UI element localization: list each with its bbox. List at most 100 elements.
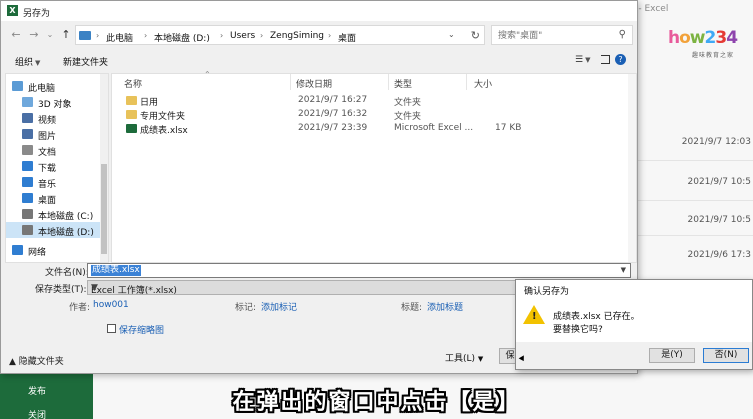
downloads-icon	[22, 161, 33, 171]
new-folder-button[interactable]: 新建文件夹	[63, 55, 108, 68]
nav-item-label: 网络	[28, 248, 47, 258]
nav-item[interactable]: 本地磁盘 (C:)	[6, 206, 108, 222]
logo-text: how234	[668, 28, 738, 48]
navigation-pane: 此电脑 3D 对象视频 图片 文档 下载音乐 桌面本地磁盘 (C:) 本地磁盘 (D:) 网络	[5, 73, 109, 263]
view-options-icon[interactable]: ☰ ▼	[575, 55, 590, 65]
dialog-title-bar: X 另存为	[1, 1, 637, 21]
author-field[interactable]: how001	[93, 300, 129, 310]
dialog-toolbar: 组织 ▼ 新建文件夹 ☰ ▼ ?	[1, 49, 637, 71]
back-arrow-icon[interactable]: ←	[9, 28, 23, 42]
nav-item[interactable]: 文档	[6, 142, 108, 158]
tags-label: 标记:	[235, 303, 257, 313]
tags-field[interactable]: 添加标记	[261, 300, 297, 313]
scrollbar-thumb[interactable]	[101, 164, 107, 254]
nav-item[interactable]: 本地磁盘 (D:)	[6, 222, 108, 238]
breadcrumb-users[interactable]: Users	[230, 31, 255, 41]
nav-item[interactable]: 此电脑	[6, 78, 108, 94]
computer-icon	[12, 81, 23, 91]
sort-ascending-icon: ⌃	[204, 70, 211, 79]
filename-selected-text[interactable]: 成绩表.xlsx	[91, 265, 141, 276]
hide-folders-toggle[interactable]: ▲ 隐藏文件夹	[9, 354, 64, 367]
author-label: 作者:	[69, 303, 91, 313]
up-arrow-icon[interactable]: ↑	[59, 28, 73, 42]
filename-label: 文件名(N):	[45, 268, 89, 278]
nav-item[interactable]: 下载	[6, 158, 108, 174]
nav-item-label: 此电脑	[28, 84, 56, 94]
file-list: ⌃ 名称 修改日期 类型 大小 日用 2021/9/7 16:27 文件夹 专用文件夹…	[111, 70, 637, 263]
filename-field[interactable]: 成绩表.xlsx ▼	[87, 263, 631, 278]
excel-icon: X	[7, 5, 18, 16]
chevron-down-icon: ▼	[477, 355, 484, 363]
music-icon	[22, 177, 33, 187]
file-row[interactable]: 成绩表.xlsx 2021/9/7 23:39 Microsoft Excel ..…	[112, 122, 636, 136]
tools-label: 工具(L)	[445, 354, 476, 364]
video-icon	[22, 113, 33, 123]
nav-item[interactable]: 桌面	[6, 190, 108, 206]
recent-file-date: 2021/9/6 17:3	[687, 250, 752, 260]
title-label: 标题:	[401, 303, 423, 313]
preview-pane-icon[interactable]	[601, 55, 610, 64]
file-row[interactable]: 专用文件夹 2021/9/7 16:32 文件夹	[112, 108, 636, 122]
chevron-down-icon[interactable]: ▼	[621, 266, 626, 274]
network-icon	[12, 245, 23, 255]
column-header-date[interactable]: 修改日期	[296, 77, 332, 90]
breadcrumb-desktop[interactable]: 桌面	[338, 31, 356, 44]
nav-item-label: 3D 对象	[38, 100, 72, 110]
file-list-scrollbar[interactable]	[628, 74, 636, 262]
refresh-icon[interactable]: ↻	[471, 29, 480, 42]
breadcrumb-drive-d[interactable]: 本地磁盘 (D:)	[154, 31, 210, 44]
breadcrumb-user-folder[interactable]: ZengSiming	[270, 31, 324, 41]
file-size: 17 KB	[495, 123, 522, 133]
tools-button[interactable]: 工具(L) ▼	[445, 351, 483, 364]
column-header-name[interactable]: 名称	[124, 77, 142, 90]
file-date: 2021/9/7 23:39	[298, 123, 368, 133]
file-name: 成绩表.xlsx	[140, 126, 188, 136]
no-button[interactable]: 否(N)	[703, 348, 749, 363]
recent-file-date: 2021/9/7 10:5	[687, 215, 752, 225]
folder-icon	[79, 31, 91, 40]
search-input[interactable]	[498, 29, 608, 43]
address-bar[interactable]: › 此电脑 › 本地磁盘 (D:) › Users › ZengSiming ›…	[75, 25, 485, 45]
divider	[634, 200, 753, 201]
documents-icon	[22, 145, 33, 155]
nav-item[interactable]: 图片	[6, 126, 108, 142]
file-row[interactable]: 日用 2021/9/7 16:27 文件夹	[112, 94, 636, 108]
divider	[634, 160, 753, 161]
recent-file-date: 2021/9/7 10:5	[687, 177, 752, 187]
confirm-dialog-footer: 是(Y) 否(N)	[516, 342, 752, 369]
confirm-dialog-title: 确认另存为	[524, 287, 570, 297]
nav-item-label: 视频	[38, 116, 57, 126]
search-icon[interactable]: ⚲	[619, 29, 626, 40]
nav-item[interactable]: 网络	[6, 242, 108, 258]
nav-item-label: 音乐	[38, 180, 57, 190]
file-date: 2021/9/7 16:27	[298, 95, 368, 105]
nav-item-label: 本地磁盘 (C:)	[38, 212, 94, 222]
nav-item-label: 本地磁盘 (D:)	[38, 228, 94, 238]
recent-locations-chevron-icon[interactable]: ⌄	[43, 28, 57, 42]
help-icon[interactable]: ?	[615, 54, 626, 65]
search-box[interactable]: ⚲	[491, 25, 633, 45]
hide-folders-label: 隐藏文件夹	[18, 357, 64, 367]
title-field[interactable]: 添加标题	[427, 300, 463, 313]
column-header-type[interactable]: 类型	[394, 77, 412, 90]
organize-label: 组织	[15, 58, 34, 68]
nav-item[interactable]: 3D 对象	[6, 94, 108, 110]
logo-subtitle: 趣味教育之家	[692, 52, 735, 59]
desktop-icon	[22, 193, 33, 203]
breadcrumb-this-pc[interactable]: 此电脑	[106, 31, 133, 44]
nav-item[interactable]: 音乐	[6, 174, 108, 190]
column-header-size[interactable]: 大小	[474, 77, 492, 90]
forward-arrow-icon[interactable]: →	[27, 28, 41, 42]
file-type: 文件夹	[394, 98, 422, 108]
yes-button[interactable]: 是(Y)	[649, 348, 695, 363]
address-dropdown-chevron-icon[interactable]: ⌄	[448, 30, 455, 39]
nav-pane-scrollbar[interactable]	[100, 74, 108, 262]
nav-item[interactable]: 视频	[6, 110, 108, 126]
file-name: 日用	[140, 98, 159, 108]
save-thumbnail-checkbox[interactable]	[107, 324, 116, 333]
caret-up-icon: ▲	[9, 357, 16, 367]
chevron-down-icon: ▼	[35, 59, 41, 67]
organize-button[interactable]: 组织 ▼	[15, 55, 40, 68]
save-thumbnail-label[interactable]: 保存缩略图	[119, 323, 164, 336]
confirm-save-as-dialog: 确认另存为 ! 成绩表.xlsx 已存在。 要替换它吗? 是(Y) 否(N)	[515, 279, 753, 370]
